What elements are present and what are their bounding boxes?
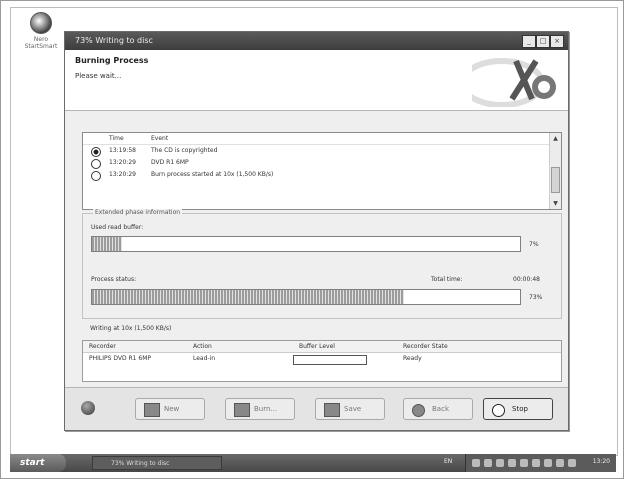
- recorder-action: Lead-in: [193, 355, 216, 362]
- status-text: Writing at 10x (1,500 KB/s): [90, 325, 172, 332]
- column-recorder-state[interactable]: Recorder State: [403, 343, 448, 350]
- recorder-state: Ready: [403, 355, 422, 362]
- burn-button-label: Burn...: [254, 405, 278, 413]
- info-icon: [91, 171, 101, 181]
- info-icon: [91, 159, 101, 169]
- event-list-scrollbar[interactable]: ▲ ▼: [549, 133, 561, 209]
- tray-icon[interactable]: [532, 459, 540, 467]
- event-text: Burn process started at 10x (1,500 KB/s): [151, 171, 274, 178]
- list-item[interactable]: 13:20:29 Burn process started at 10x (1,…: [83, 169, 561, 181]
- column-event[interactable]: Event: [151, 135, 168, 142]
- event-time: 13:20:29: [109, 159, 136, 166]
- back-button-label: Back: [432, 405, 449, 413]
- nero-burn-window: 73% Writing to disc _ □ × Burning Proces…: [64, 31, 569, 431]
- extended-phase-group: Extended phase information Used read buf…: [82, 209, 562, 319]
- column-time[interactable]: Time: [109, 135, 124, 142]
- buffer-percent: 7%: [529, 241, 539, 248]
- window-title: 73% Writing to disc: [75, 36, 153, 45]
- process-progress-fill: [92, 290, 405, 304]
- scroll-up-icon[interactable]: ▲: [551, 134, 560, 143]
- title-bar: 73% Writing to disc _ □ ×: [65, 32, 568, 50]
- list-item[interactable]: 13:20:29 DVD R1 6MP: [83, 157, 561, 169]
- stop-icon: [492, 404, 505, 417]
- close-button[interactable]: ×: [550, 35, 564, 48]
- event-text: DVD R1 6MP: [151, 159, 189, 166]
- group-legend: Extended phase information: [93, 209, 183, 216]
- stop-button[interactable]: Stop: [483, 398, 553, 420]
- event-list[interactable]: Time Event 13:19:58 The CD is copyrighte…: [82, 132, 562, 210]
- burn-button[interactable]: Burn...: [225, 398, 295, 420]
- total-time-value: 00:00:48: [513, 276, 540, 283]
- minimize-button[interactable]: _: [522, 35, 536, 48]
- tray-icon[interactable]: [508, 459, 516, 467]
- total-time-label: Total time:: [431, 276, 463, 283]
- burn-icon: [234, 403, 250, 417]
- page-title: Burning Process: [75, 56, 149, 65]
- list-item[interactable]: 13:19:58 The CD is copyrighted: [83, 145, 561, 157]
- tray-icon[interactable]: [496, 459, 504, 467]
- save-button[interactable]: Save: [315, 398, 385, 420]
- start-button[interactable]: start: [10, 454, 66, 472]
- nero-logo-icon: [472, 53, 564, 107]
- taskbar: start 73% Writing to disc EN 13:20: [10, 454, 616, 472]
- nero-icon: [30, 12, 52, 34]
- tray-icon[interactable]: [484, 459, 492, 467]
- process-label: Process status:: [91, 276, 137, 283]
- recorder-table[interactable]: Recorder Action Buffer Level Recorder St…: [82, 340, 562, 382]
- tray-icon[interactable]: [472, 459, 480, 467]
- language-indicator[interactable]: EN: [444, 458, 452, 465]
- buffer-level-bar: [293, 355, 367, 365]
- buffer-progress-fill: [92, 237, 122, 251]
- event-list-header: Time Event: [83, 133, 561, 145]
- tray-icon[interactable]: [520, 459, 528, 467]
- event-time: 13:20:29: [109, 171, 136, 178]
- info-dark-icon: [91, 147, 101, 157]
- recorder-name: PHILIPS DVD R1 6MP: [89, 355, 151, 362]
- buffer-label: Used read buffer:: [91, 224, 144, 231]
- maximize-button[interactable]: □: [536, 35, 550, 48]
- back-icon: [412, 404, 425, 417]
- process-progress-bar: [91, 289, 521, 305]
- screenshot-frame: Nero StartSmart 73% Writing to disc _ □ …: [0, 0, 624, 479]
- scroll-down-icon[interactable]: ▼: [551, 199, 560, 208]
- button-row: New Burn... Save Back Stop: [65, 387, 568, 430]
- tray-icon[interactable]: [568, 459, 576, 467]
- header-banner: Burning Process Please wait...: [65, 50, 568, 111]
- clock: 13:20: [592, 458, 610, 465]
- save-icon: [324, 403, 340, 417]
- recorder-table-header: Recorder Action Buffer Level Recorder St…: [83, 341, 561, 353]
- save-button-label: Save: [344, 405, 362, 413]
- back-button[interactable]: Back: [403, 398, 473, 420]
- process-percent: 73%: [529, 294, 543, 301]
- column-recorder[interactable]: Recorder: [89, 343, 116, 350]
- table-row[interactable]: PHILIPS DVD R1 6MP Lead-in Ready: [83, 353, 561, 365]
- column-buffer-level[interactable]: Buffer Level: [299, 343, 335, 350]
- desktop-icon-nero[interactable]: Nero StartSmart: [21, 12, 61, 50]
- buffer-progress-bar: [91, 236, 521, 252]
- page-subtitle: Please wait...: [75, 72, 122, 80]
- event-time: 13:19:58: [109, 147, 136, 154]
- new-compilation-icon: [144, 403, 160, 417]
- column-action[interactable]: Action: [193, 343, 212, 350]
- event-text: The CD is copyrighted: [151, 147, 218, 154]
- desktop-icon-label: Nero StartSmart: [24, 36, 58, 50]
- scroll-thumb[interactable]: [551, 167, 560, 193]
- taskbar-item[interactable]: 73% Writing to disc: [92, 456, 222, 470]
- tray-icon[interactable]: [544, 459, 552, 467]
- system-tray: EN 13:20: [444, 454, 616, 472]
- new-button-label: New: [164, 405, 180, 413]
- new-button[interactable]: New: [135, 398, 205, 420]
- tray-icon[interactable]: [556, 459, 564, 467]
- stop-button-label: Stop: [512, 405, 528, 413]
- help-icon[interactable]: [81, 401, 95, 415]
